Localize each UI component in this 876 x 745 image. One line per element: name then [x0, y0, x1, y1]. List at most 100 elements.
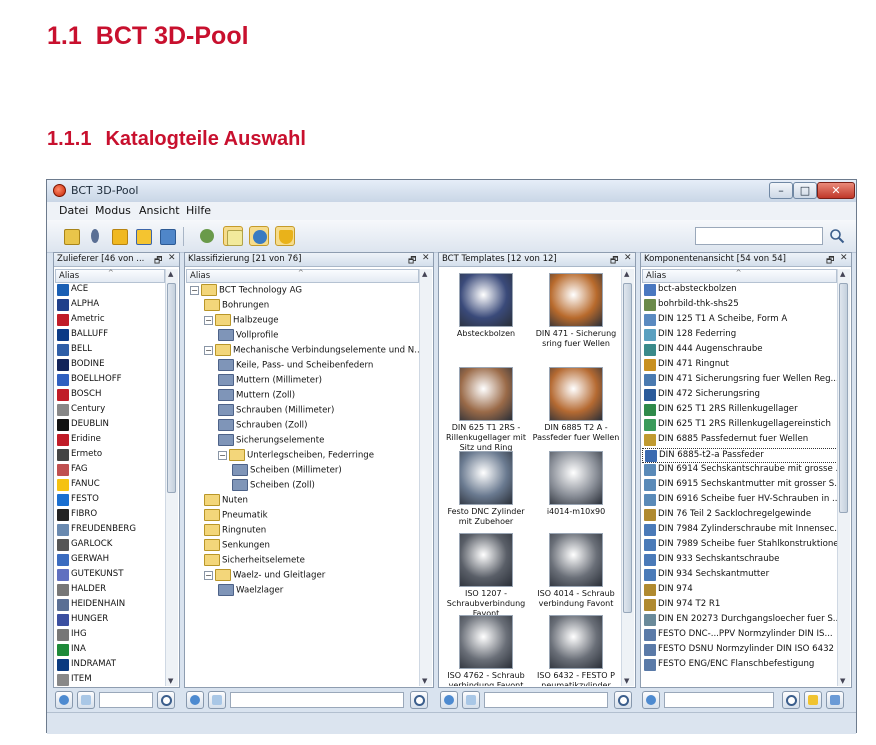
star-tile-icon[interactable]: [223, 226, 243, 246]
toolbar-search-input[interactable]: [695, 227, 823, 245]
column-header-alias[interactable]: Alias ^: [55, 269, 165, 283]
list-item[interactable]: FIBRO: [55, 508, 178, 523]
round-button-icon[interactable]: [55, 691, 73, 709]
list-item[interactable]: BOSCH: [55, 388, 178, 403]
close-pane-icon[interactable]: ✕: [168, 253, 176, 263]
list-item[interactable]: ITEM: [55, 673, 178, 686]
template-thumbnail[interactable]: DIN 471 - Sicherung sring fuer Wellen: [532, 273, 620, 349]
list-item[interactable]: INDRAMAT: [55, 658, 178, 673]
tree-node[interactable]: − BCT Technology AG: [190, 284, 302, 299]
tree-node[interactable]: Sicherheitselemete: [204, 554, 305, 569]
menu-modus[interactable]: Modus: [95, 204, 131, 217]
templates-filter-input[interactable]: [484, 692, 608, 708]
scroll-up-icon[interactable]: ▲: [840, 270, 845, 278]
list-item[interactable]: bct-absteckbolzen: [642, 283, 850, 298]
template-thumbnail[interactable]: DIN 6885 T2 A - Passfeder fuer Wellen: [532, 367, 620, 443]
tree-node[interactable]: − Mechanische Verbindungselemente und N..…: [204, 344, 422, 359]
tree-node[interactable]: Vollprofile: [218, 329, 278, 344]
minimize-button[interactable]: –: [769, 182, 793, 199]
list-item[interactable]: ACE: [55, 283, 178, 298]
list-item[interactable]: BELL: [55, 343, 178, 358]
list-item[interactable]: FESTO DSNU Normzylinder DIN ISO 6432: [642, 643, 850, 658]
cad-icon[interactable]: [804, 691, 822, 709]
list-item[interactable]: DIN 128 Federring: [642, 328, 850, 343]
title-bar[interactable]: BCT 3D-Pool – □ ✕: [47, 180, 856, 202]
search-icon[interactable]: [782, 691, 800, 709]
klassifizierung-filter-input[interactable]: [230, 692, 404, 708]
tree-node[interactable]: Sicherungselemente: [218, 434, 324, 449]
komponenten-filter-input[interactable]: [664, 692, 774, 708]
search-icon[interactable]: [614, 691, 632, 709]
list-item[interactable]: HEIDENHAIN: [55, 598, 178, 613]
template-thumbnail[interactable]: DIN 625 T1 2RS - Rillenkugellager mit Si…: [442, 367, 530, 453]
tree-node[interactable]: Waelzlager: [218, 584, 283, 599]
list-item[interactable]: bohrbild-thk-shs25: [642, 298, 850, 313]
scroll-up-icon[interactable]: ▲: [624, 270, 629, 278]
search-icon[interactable]: [157, 691, 175, 709]
restore-pane-icon[interactable]: 🗗: [826, 253, 834, 266]
list-item[interactable]: GERWAH: [55, 553, 178, 568]
template-thumbnail[interactable]: ISO 4014 - Schraub verbindung Favont: [532, 533, 620, 609]
yellow-shield-icon[interactable]: [275, 226, 295, 246]
list-item[interactable]: FREUDENBERG: [55, 523, 178, 538]
tree-node[interactable]: − Halbzeuge: [204, 314, 279, 329]
maximize-button[interactable]: □: [793, 182, 817, 199]
list-item[interactable]: FANUC: [55, 478, 178, 493]
square-button-icon[interactable]: [208, 691, 226, 709]
square-button-icon[interactable]: [77, 691, 95, 709]
list-item[interactable]: GUTEKUNST: [55, 568, 178, 583]
tree-node[interactable]: Senkungen: [204, 539, 270, 554]
list-item[interactable]: IHG: [55, 628, 178, 643]
round-button-icon[interactable]: [186, 691, 204, 709]
template-thumbnail[interactable]: Absteckbolzen: [442, 273, 530, 339]
tree-node[interactable]: Keile, Pass- und Scheibenfedern: [218, 359, 373, 374]
list-item[interactable]: DIN 6885-t2-a Passfeder: [642, 448, 850, 463]
menu-ansicht[interactable]: Ansicht: [139, 204, 180, 217]
template-thumbnail[interactable]: ISO 1207 - Schraubverbindung Favont: [442, 533, 530, 619]
pin-icon[interactable]: [85, 226, 105, 246]
tree-node[interactable]: Muttern (Millimeter): [218, 374, 322, 389]
scroll-thumb[interactable]: [623, 283, 632, 613]
komponenten-scrollbar[interactable]: ▲ ▼: [837, 269, 850, 686]
open-folder-icon[interactable]: [61, 226, 81, 246]
list-item[interactable]: DIN 933 Sechskantschraube: [642, 553, 850, 568]
scroll-down-icon[interactable]: ▼: [168, 677, 173, 685]
list-item[interactable]: DIN 6916 Scheibe fuer HV-Schrauben in ..…: [642, 493, 850, 508]
column-header-alias[interactable]: Alias ^: [642, 269, 837, 283]
scroll-thumb[interactable]: [167, 283, 176, 493]
export-icon[interactable]: [826, 691, 844, 709]
collapse-toggle-icon[interactable]: −: [190, 285, 199, 295]
list-item[interactable]: FESTO DNC-...PPV Normzylinder DIN IS...: [642, 628, 850, 643]
collapse-toggle-icon[interactable]: −: [204, 315, 213, 325]
list-item[interactable]: FAG: [55, 463, 178, 478]
scroll-up-icon[interactable]: ▲: [422, 270, 427, 278]
list-item[interactable]: BOELLHOFF: [55, 373, 178, 388]
tree-node[interactable]: − Unterlegscheiben, Federringe: [218, 449, 374, 464]
tree-node[interactable]: Schrauben (Zoll): [218, 419, 307, 434]
collapse-toggle-icon[interactable]: −: [218, 450, 227, 460]
list-item[interactable]: DEUBLIN: [55, 418, 178, 433]
close-pane-icon[interactable]: ✕: [624, 253, 632, 263]
broom-icon[interactable]: [157, 226, 177, 246]
square-button-icon[interactable]: [462, 691, 480, 709]
list-item[interactable]: DIN 7984 Zylinderschraube mit Innensec..…: [642, 523, 850, 538]
list-item[interactable]: DIN 444 Augenschraube: [642, 343, 850, 358]
collapse-toggle-icon[interactable]: −: [204, 345, 213, 355]
template-thumbnail[interactable]: i4014-m10x90: [532, 451, 620, 517]
list-item[interactable]: HALDER: [55, 583, 178, 598]
list-item[interactable]: INA: [55, 643, 178, 658]
zulieferer-filter-input[interactable]: [99, 692, 153, 708]
blue-disk-icon[interactable]: [249, 226, 269, 246]
users-icon[interactable]: [197, 226, 217, 246]
templates-scrollbar[interactable]: ▲ ▼: [621, 269, 634, 686]
round-button-icon[interactable]: [642, 691, 660, 709]
list-item[interactable]: BODINE: [55, 358, 178, 373]
list-item[interactable]: FESTO: [55, 493, 178, 508]
list-item[interactable]: BALLUFF: [55, 328, 178, 343]
tree-node[interactable]: Nuten: [204, 494, 248, 509]
close-pane-icon[interactable]: ✕: [422, 253, 430, 263]
list-item[interactable]: HUNGER: [55, 613, 178, 628]
list-item[interactable]: DIN 934 Sechskantmutter: [642, 568, 850, 583]
yellow-part-icon[interactable]: [109, 226, 129, 246]
tree-node[interactable]: Ringnuten: [204, 524, 266, 539]
